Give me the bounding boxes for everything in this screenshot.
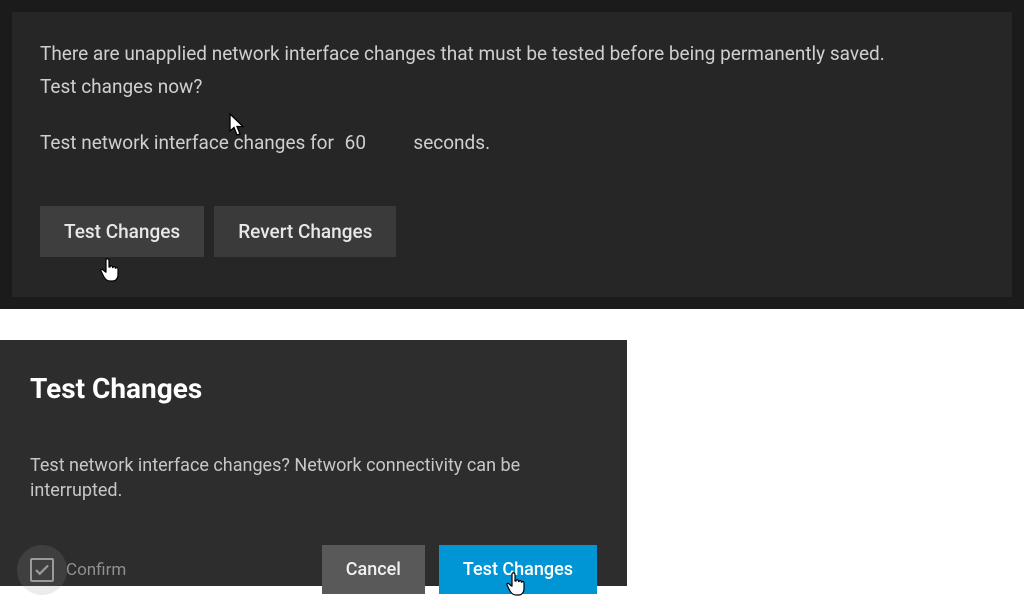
dialog-test-changes-button[interactable]: Test Changes	[439, 545, 597, 594]
confirm-group: Confirm	[30, 558, 126, 582]
test-changes-button[interactable]: Test Changes	[40, 206, 204, 257]
cancel-button[interactable]: Cancel	[322, 545, 425, 594]
hand-cursor-icon	[99, 258, 121, 288]
banner-message-line2: Test changes now?	[40, 73, 984, 102]
confirm-checkbox[interactable]	[30, 558, 54, 582]
check-icon	[33, 561, 51, 579]
banner-button-row: Test Changes Revert Changes	[40, 206, 984, 257]
seconds-suffix: seconds.	[413, 131, 490, 154]
banner-message-line1: There are unapplied network interface ch…	[40, 40, 984, 69]
banner-seconds-line: Test network interface changes for 60 se…	[40, 129, 984, 158]
dialog-message: Test network interface changes? Network …	[30, 453, 597, 503]
confirm-label: Confirm	[66, 560, 126, 580]
seconds-input[interactable]: 60	[339, 129, 409, 158]
revert-changes-button[interactable]: Revert Changes	[214, 206, 396, 257]
dialog-title: Test Changes	[30, 372, 597, 405]
dialog-footer: Confirm Cancel Test Changes	[30, 545, 597, 594]
seconds-prefix: Test network interface changes for	[40, 131, 334, 154]
test-changes-dialog: Test Changes Test network interface chan…	[0, 340, 627, 586]
dialog-button-row: Cancel Test Changes	[322, 545, 597, 594]
network-changes-banner: There are unapplied network interface ch…	[0, 0, 1024, 309]
banner-inner: There are unapplied network interface ch…	[12, 12, 1012, 297]
